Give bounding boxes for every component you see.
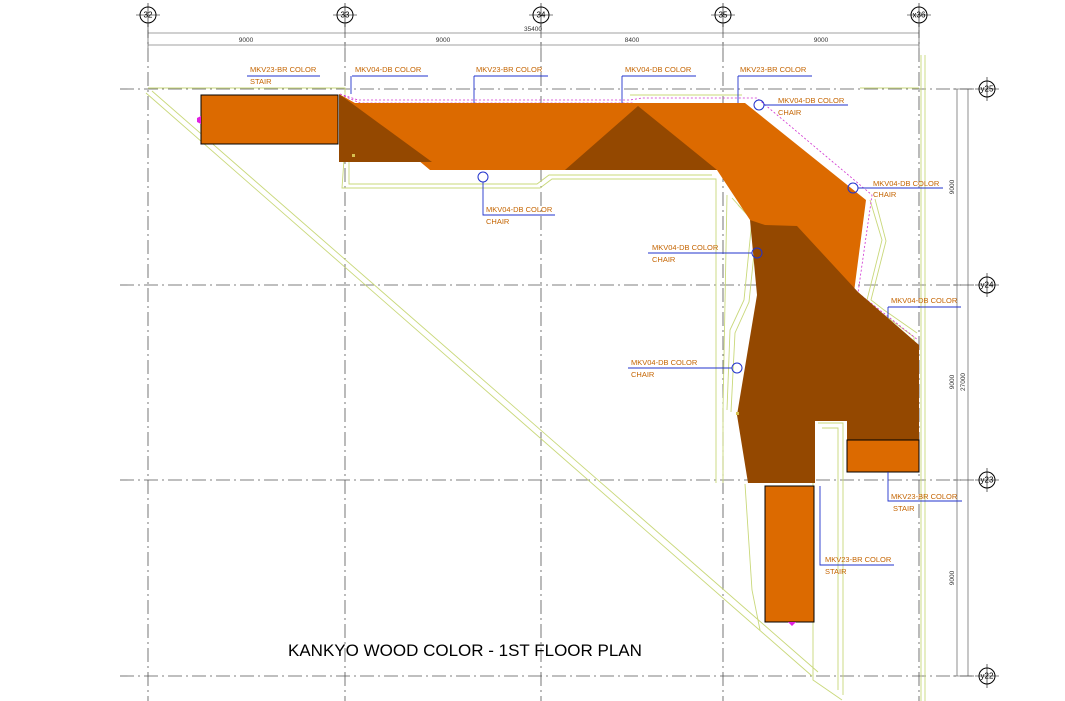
label-sub-13: STAIR — [825, 567, 847, 576]
column-markers: 32 33 34 35 x36 — [136, 3, 931, 27]
dimension-right-3: 9000 — [949, 570, 956, 585]
label-sub-8: CHAIR — [873, 190, 897, 199]
label-sub-12: STAIR — [893, 504, 915, 513]
grid-label-y25: y25 — [981, 85, 994, 94]
label-code-11: MKV04-DB COLOR — [631, 358, 698, 367]
detail-mark-2 — [736, 412, 739, 415]
grid-marker-x36: x36 — [907, 3, 931, 27]
dimension-span-3: 8400 — [625, 37, 640, 44]
grid-marker-35: 35 — [711, 3, 735, 27]
grid-label-32: 32 — [144, 11, 153, 20]
drawing-title: KANKYO WOOD COLOR - 1ST FLOOR PLAN — [288, 641, 642, 660]
grid-marker-y25: y25 — [975, 77, 999, 101]
dimension-span-1: 9000 — [239, 37, 254, 44]
label-code-4: MKV04-DB COLOR — [625, 65, 692, 74]
grid-marker-34: 34 — [529, 3, 553, 27]
grid-marker-y24: y24 — [975, 273, 999, 297]
label-code-1: MKV23-BR COLOR — [250, 65, 317, 74]
label-code-5: MKV23-BR COLOR — [740, 65, 807, 74]
dimension-right-1: 9000 — [949, 179, 956, 194]
dimension-right-2: 9000 — [949, 374, 956, 389]
label-sub-1: STAIR — [250, 77, 272, 86]
label-sub-9: CHAIR — [652, 255, 676, 264]
stair-right — [846, 439, 920, 473]
grid-marker-32: 32 — [136, 3, 160, 27]
detail-mark — [352, 154, 355, 157]
floor-plan-drawing: 32 33 34 35 x36 y25 y24 y23 y22 35400 90… — [120, 3, 999, 701]
grid-label-x36: x36 — [913, 11, 926, 20]
dimension-span-2: 9000 — [436, 37, 451, 44]
wood-areas — [197, 94, 920, 626]
label-sub-11: CHAIR — [631, 370, 655, 379]
callout-circle-chair-1 — [753, 99, 765, 111]
grid-label-y24: y24 — [981, 281, 994, 290]
grid-marker-y23: y23 — [975, 468, 999, 492]
end-marker-bottom — [788, 622, 796, 626]
grid-label-34: 34 — [537, 11, 546, 20]
stair-bottom — [764, 485, 815, 623]
label-code-9: MKV04-DB COLOR — [652, 243, 719, 252]
label-code-2: MKV04-DB COLOR — [355, 65, 422, 74]
label-code-7: MKV04-DB COLOR — [486, 205, 553, 214]
dimension-right-total: 27000 — [960, 373, 967, 391]
label-code-10: MKV04-DB COLOR — [891, 296, 958, 305]
leader-13 — [819, 486, 894, 566]
grid-marker-y22: y22 — [975, 664, 999, 688]
grid-label-y22: y22 — [981, 672, 994, 681]
label-code-3: MKV23-BR COLOR — [476, 65, 543, 74]
grid-label-y23: y23 — [981, 476, 994, 485]
label-code-12: MKV23-BR COLOR — [891, 492, 958, 501]
dimension-span-4: 9000 — [814, 37, 829, 44]
stair-top-left — [200, 94, 339, 145]
label-code-13: MKV23-BR COLOR — [825, 555, 892, 564]
row-markers: y25 y24 y23 y22 — [975, 77, 999, 688]
dimension-overall: 35400 — [524, 26, 542, 33]
label-sub-6: CHAIR — [778, 108, 802, 117]
grid-label-35: 35 — [719, 11, 728, 20]
label-sub-7: CHAIR — [486, 217, 510, 226]
label-code-8: MKV04-DB COLOR — [873, 179, 940, 188]
end-marker-left — [197, 116, 201, 124]
label-code-6: MKV04-DB COLOR — [778, 96, 845, 105]
grid-label-33: 33 — [341, 11, 350, 20]
callout-circle-chair-2 — [477, 171, 489, 183]
grid-marker-33: 33 — [333, 3, 357, 27]
